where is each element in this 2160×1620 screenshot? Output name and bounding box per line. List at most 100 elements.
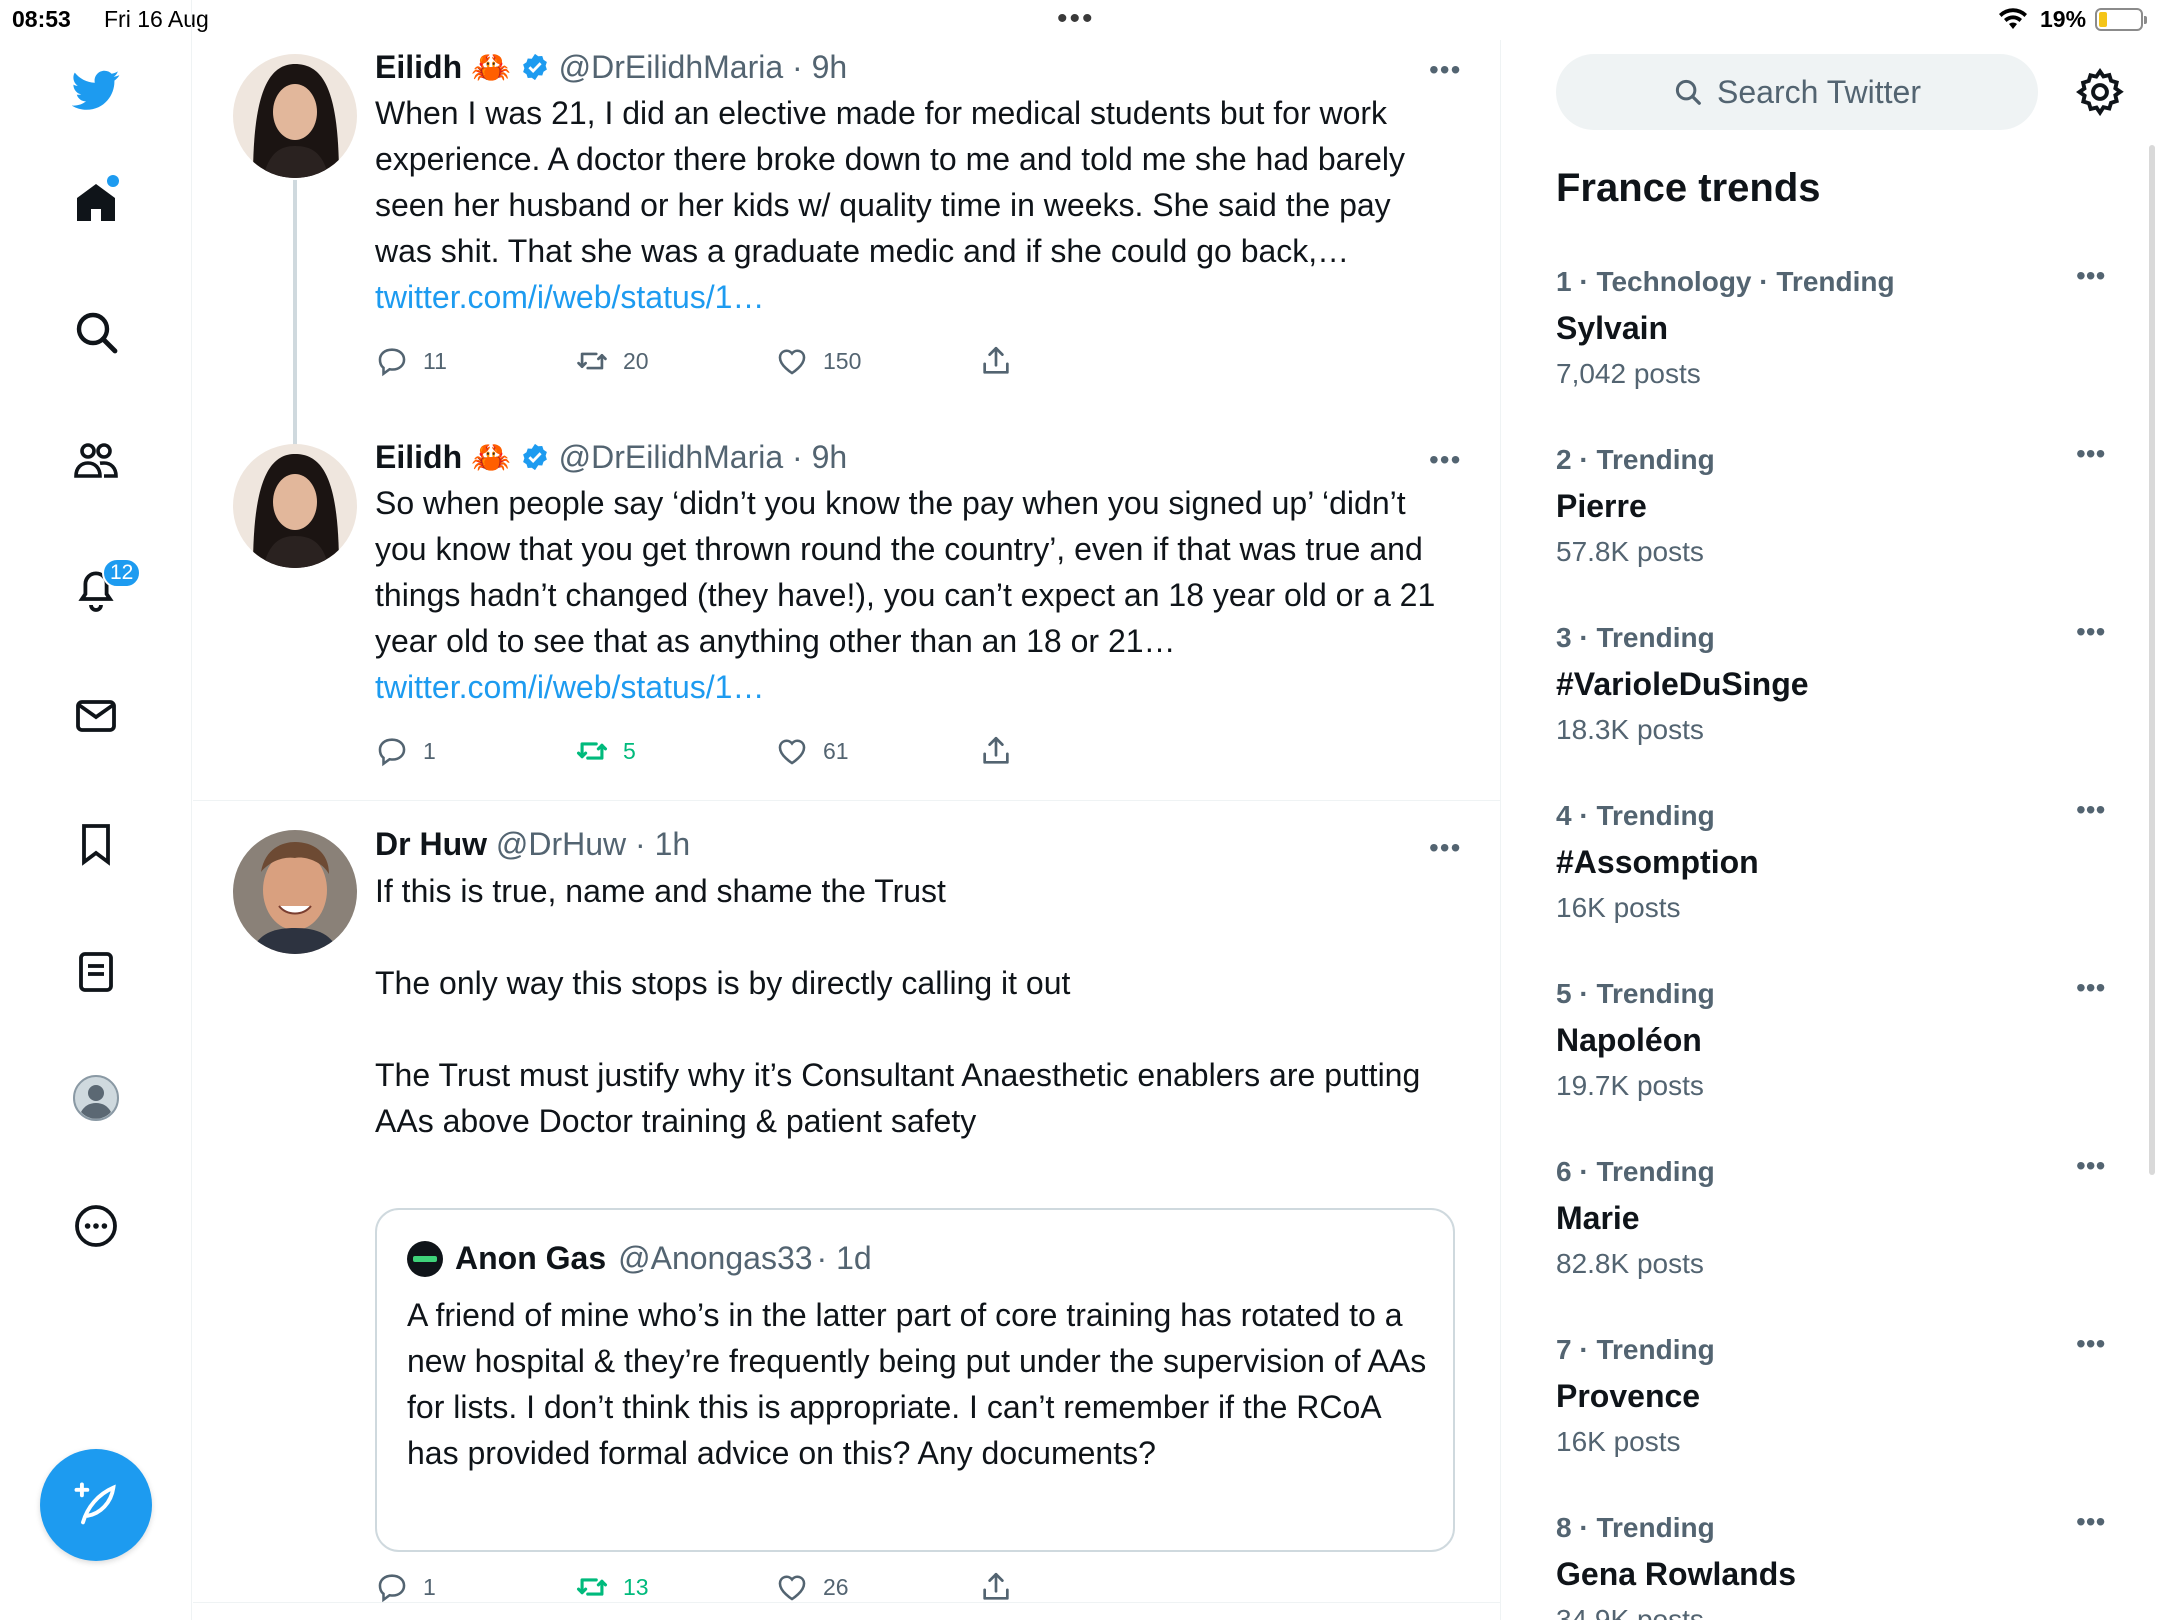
author-handle[interactable]: @DrHuw (496, 826, 626, 862)
quoted-avatar (407, 1240, 443, 1277)
trend-meta: 8 · Trending (1556, 1512, 1715, 1543)
reply-button[interactable]: 1 (375, 734, 436, 768)
tweet-body: When I was 21, I did an elective made fo… (375, 95, 1405, 269)
like-button[interactable]: 26 (775, 1570, 849, 1604)
tweet-link[interactable]: twitter.com/i/web/status/1… (375, 669, 764, 705)
settings-gear-icon[interactable] (2074, 66, 2126, 118)
lists-icon[interactable] (56, 932, 136, 1012)
trend-name: Marie (1556, 1200, 1640, 1236)
avatar[interactable] (233, 830, 357, 954)
avatar[interactable] (233, 54, 357, 178)
share-icon[interactable] (979, 734, 1013, 768)
trend-meta: 3 · Trending (1556, 622, 1715, 653)
trend-more-icon[interactable]: ••• (2076, 616, 2105, 648)
messages-icon[interactable] (56, 676, 136, 756)
author-handle[interactable]: @DrEilidhMaria (559, 49, 784, 85)
trend-more-icon[interactable]: ••• (2076, 794, 2105, 826)
trend-post-count: 16K posts (1556, 892, 1681, 923)
author-name[interactable]: Dr Huw (375, 826, 487, 862)
like-button[interactable]: 61 (775, 734, 849, 768)
tweet-divider (193, 1602, 1500, 1603)
trend-name: Pierre (1556, 488, 1647, 524)
like-count: 61 (823, 737, 849, 764)
trend-more-icon[interactable]: ••• (2076, 1150, 2105, 1182)
trend-more-icon[interactable]: ••• (2076, 1328, 2105, 1360)
tweet-text: If this is true, name and shame the Trus… (375, 873, 1421, 1139)
trend-post-count: 16K posts (1556, 1426, 1681, 1457)
retweet-count: 5 (623, 737, 636, 764)
home-unread-dot (107, 175, 119, 187)
avatar[interactable] (233, 444, 357, 568)
search-icon[interactable] (56, 292, 136, 372)
notifications-bell-icon[interactable]: 12 (56, 548, 142, 628)
trends-title: France trends (1556, 166, 1821, 210)
home-icon[interactable] (56, 163, 136, 243)
tweet-more-icon[interactable]: ••• (1429, 54, 1461, 86)
more-options-icon[interactable] (56, 1186, 136, 1266)
timeline[interactable]: Eilidh 🦀 @DrEilidhMaria · 9h ••• When I … (193, 40, 1501, 1620)
like-count: 150 (823, 347, 862, 374)
trend-name: Provence (1556, 1378, 1701, 1414)
multitasking-dots-icon[interactable]: ••• (1057, 2, 1095, 36)
trend-more-icon[interactable]: ••• (2076, 1506, 2105, 1538)
tweet-text: So when people say ‘didn’t you know the … (375, 480, 1455, 710)
trend-more-icon[interactable]: ••• (2076, 972, 2105, 1004)
bookmarks-icon[interactable] (56, 804, 136, 884)
quoted-tweet[interactable]: Anon Gas @Anongas33 · 1d A friend of min… (375, 1208, 1455, 1552)
trend-more-icon[interactable]: ••• (2076, 438, 2105, 470)
trend-post-count: 82.8K posts (1556, 1248, 1704, 1279)
trend-name: #Assomption (1556, 844, 1759, 880)
verified-badge-icon (522, 53, 547, 81)
search-input[interactable]: Search Twitter (1556, 54, 2038, 130)
trend-post-count: 19.7K posts (1556, 1070, 1704, 1101)
author-name[interactable]: Eilidh (375, 49, 462, 85)
share-icon[interactable] (979, 344, 1013, 378)
sidebar-scrollbar[interactable] (2149, 145, 2155, 1175)
reply-count: 1 (423, 1573, 436, 1600)
communities-icon[interactable] (56, 420, 136, 500)
reply-count: 1 (423, 737, 436, 764)
compose-tweet-button[interactable] (40, 1449, 152, 1561)
trend-post-count: 7,042 posts (1556, 358, 1701, 389)
crab-emoji: 🦀 (471, 439, 511, 475)
trend-meta: 5 · Trending (1556, 978, 1715, 1009)
share-icon[interactable] (979, 1570, 1013, 1604)
search-placeholder: Search Twitter (1717, 73, 1921, 110)
trend-name: #VarioleDuSinge (1556, 666, 1809, 702)
tweet-time[interactable]: · 9h (792, 49, 847, 85)
tweet-time[interactable]: · 9h (792, 439, 847, 475)
quoted-tweet-header: Anon Gas @Anongas33 · 1d (407, 1240, 872, 1277)
reply-button[interactable]: 1 (375, 1570, 436, 1604)
tweet-more-icon[interactable]: ••• (1429, 444, 1461, 476)
tweet-actions: 1 5 61 (375, 734, 1075, 774)
thread-connector-line (293, 180, 297, 480)
tweet-time[interactable]: · 1h (635, 826, 690, 862)
profile-avatar-icon[interactable] (56, 1058, 136, 1138)
search-icon (1675, 79, 1701, 105)
crab-emoji: 🦀 (471, 49, 511, 85)
tweet-more-icon[interactable]: ••• (1429, 832, 1461, 864)
trend-more-icon[interactable]: ••• (2076, 260, 2105, 292)
tweet-header: Dr Huw @DrHuw · 1h (375, 826, 690, 863)
twitter-logo-icon[interactable] (56, 50, 136, 130)
retweet-button[interactable]: 20 (575, 344, 649, 378)
quoted-tweet-text: A friend of mine who’s in the latter par… (407, 1297, 1427, 1471)
tweet-text: When I was 21, I did an elective made fo… (375, 90, 1455, 320)
quoted-author-handle: @Anongas33 (618, 1240, 813, 1276)
trend-meta: 4 · Trending (1556, 800, 1715, 831)
trend-name: Gena Rowlands (1556, 1556, 1797, 1592)
tweet-link[interactable]: twitter.com/i/web/status/1… (375, 279, 764, 315)
trend-meta: 7 · Trending (1556, 1334, 1715, 1365)
like-button[interactable]: 150 (775, 344, 861, 378)
trend-name: Sylvain (1556, 310, 1669, 346)
left-nav: 12 (0, 0, 192, 1620)
like-count: 26 (823, 1573, 849, 1600)
tweet-body: So when people say ‘didn’t you know the … (375, 485, 1436, 659)
reply-button[interactable]: 11 (375, 344, 447, 378)
author-handle[interactable]: @DrEilidhMaria (559, 439, 784, 475)
trend-post-count: 18.3K posts (1556, 714, 1704, 745)
retweet-button[interactable]: 13 (575, 1570, 649, 1604)
trend-post-count: 34.9K posts (1556, 1604, 1704, 1620)
retweet-button[interactable]: 5 (575, 734, 636, 768)
author-name[interactable]: Eilidh (375, 439, 462, 475)
